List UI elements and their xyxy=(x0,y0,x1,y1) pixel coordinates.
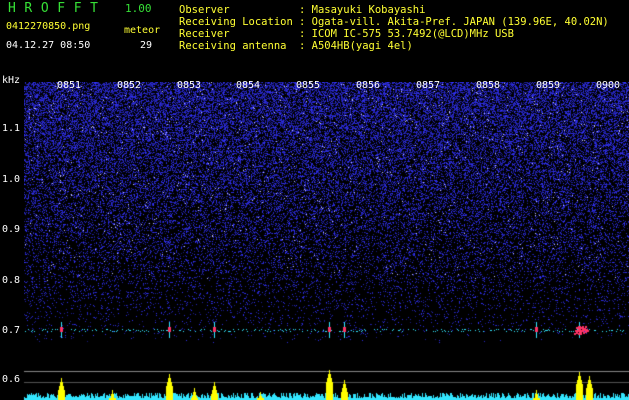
capture-datetime: 04.12.27 08:50 xyxy=(6,40,91,51)
time-tick: 0900 xyxy=(596,80,621,91)
time-tick: 0851 xyxy=(57,80,82,91)
observer-value: : Masayuki Kobayashi xyxy=(299,4,426,16)
time-tick: 0857 xyxy=(416,80,441,91)
time-tick: 0852 xyxy=(117,80,142,91)
freq-tick: 0.6 xyxy=(2,374,21,385)
spectrogram-canvas xyxy=(24,82,629,368)
time-tick: 0858 xyxy=(476,80,501,91)
time-tick: 0853 xyxy=(177,80,202,91)
freq-tick: 0.7 xyxy=(2,325,21,336)
location-label: Receiving Location xyxy=(179,16,293,28)
time-tick: 0854 xyxy=(236,80,261,91)
receiver-label: Receiver xyxy=(179,28,230,40)
axis-unit-label: kHz xyxy=(2,75,21,86)
hrofft-window: HROFFT 1.00 0412270850.png 04.12.27 08:5… xyxy=(0,0,629,400)
time-tick: 0859 xyxy=(536,80,561,91)
freq-tick: 0.8 xyxy=(2,275,21,286)
time-tick: 0856 xyxy=(356,80,381,91)
app-title: HROFFT xyxy=(8,1,107,16)
meteor-count-value: 29 xyxy=(140,40,153,51)
antenna-value: : A504HB(yagi 4el) xyxy=(299,40,413,52)
receiver-value: : ICOM IC-575 53.7492(@LCD)MHz USB xyxy=(299,28,514,40)
time-tick: 0855 xyxy=(296,80,321,91)
app-version: 1.00 xyxy=(125,2,152,15)
freq-tick: 1.1 xyxy=(2,123,21,134)
antenna-label: Receiving antenna xyxy=(179,40,287,52)
freq-tick: 1.0 xyxy=(2,174,21,185)
observer-label: Observer xyxy=(179,4,230,16)
meteor-count-label: meteor xyxy=(124,25,161,36)
activity-bar-canvas xyxy=(0,368,629,400)
freq-tick: 0.9 xyxy=(2,224,21,235)
file-name: 0412270850.png xyxy=(6,21,91,32)
location-value: : Ogata-vill. Akita-Pref. JAPAN (139.96E… xyxy=(299,16,609,28)
